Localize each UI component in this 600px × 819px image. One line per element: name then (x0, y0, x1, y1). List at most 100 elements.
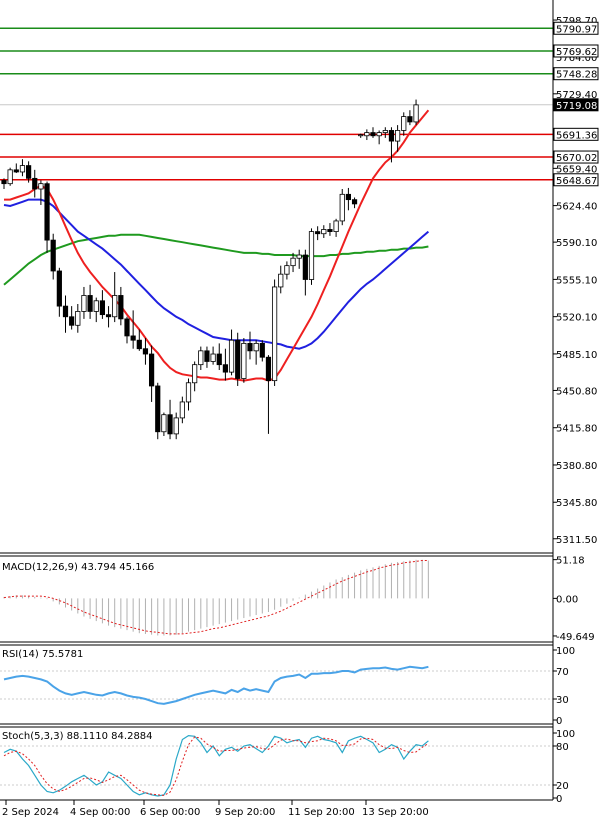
candle-body (32, 177, 38, 190)
candle-body (382, 130, 388, 133)
candle-body (56, 270, 62, 307)
candle-body (222, 364, 228, 373)
time-tick-label: 11 Sep 20:00 (288, 807, 355, 818)
candle-body (333, 220, 339, 232)
rsi-line (3, 665, 429, 705)
candle-body (241, 342, 247, 379)
candle-body (265, 356, 272, 382)
stoch-k-line (3, 734, 429, 797)
candle-body (198, 350, 204, 366)
level-label: 5670.02 (556, 153, 597, 164)
time-tick-label: 4 Sep 00:00 (70, 807, 130, 818)
indicator-tick-label: 100 (556, 729, 575, 740)
indicator-tick-label: 30 (556, 695, 569, 706)
candle-body (271, 286, 278, 382)
candle-body (235, 339, 241, 379)
candle-body (345, 193, 352, 201)
candle-body (370, 132, 376, 137)
indicator-tick-label: 70 (556, 667, 569, 678)
trading-chart: 5798.705764.005729.405694.705659.405624.… (0, 0, 599, 818)
candle-body (358, 134, 364, 137)
indicator-tick-label: -49.649 (556, 632, 595, 643)
level-label: 5748.28 (556, 70, 597, 81)
candle-body (112, 295, 118, 318)
candle-body (155, 385, 161, 433)
candle-body (50, 239, 56, 272)
price-tick-label: 5624.40 (556, 202, 597, 213)
candle-body (142, 348, 149, 355)
candle-body (192, 364, 198, 384)
candle-body (1, 180, 7, 185)
candle-body (308, 231, 315, 280)
level-label: 5648.67 (556, 176, 597, 187)
candle-body (69, 316, 75, 326)
candle-body (13, 169, 19, 173)
candle-body (148, 353, 155, 387)
indicator-tick-label: 51.18 (556, 556, 585, 567)
candle-body (179, 401, 185, 419)
candle-body (302, 254, 308, 280)
stoch-label: Stoch(5,3,3) 88.1110 84.2884 (2, 731, 153, 742)
price-tick-label: 5311.50 (556, 535, 597, 546)
time-axis: 2 Sep 2024 4 Sep 00:00 6 Sep 00:00 9 Sep 20… (2, 800, 429, 818)
candle-body (87, 295, 93, 312)
candle-body (413, 104, 419, 123)
candle-body (284, 265, 290, 275)
ma-green-line (3, 233, 429, 286)
rsi-panel (0, 665, 553, 705)
time-tick-label: 9 Sep 20:00 (215, 807, 275, 818)
price-tick-label: 5450.80 (556, 386, 597, 397)
price-tick-label: 5520.10 (556, 313, 597, 324)
level-label: 5691.36 (556, 130, 597, 141)
candle-body (185, 382, 192, 403)
level-label: 5769.62 (556, 47, 597, 58)
candle-body (253, 342, 259, 352)
candle-body (407, 116, 413, 123)
candle-body (44, 183, 50, 241)
macd-label: MACD(12,26,9) 43.794 45.166 (2, 562, 154, 573)
candle-body (259, 342, 265, 358)
price-tick-label: 5415.80 (556, 424, 597, 435)
time-tick-label: 2 Sep 2024 (2, 807, 59, 818)
candle-body (296, 254, 302, 259)
candle-body (161, 414, 167, 433)
candle-body (315, 231, 321, 235)
candle-body (38, 183, 44, 190)
price-panel (0, 27, 553, 440)
candle-body (130, 335, 136, 341)
candle-body (124, 318, 130, 337)
candle-body (394, 130, 401, 142)
candle-body (7, 169, 13, 185)
indicator-tick-label: 0 (556, 794, 562, 805)
candle-body (388, 130, 395, 142)
candle-body (204, 350, 210, 362)
candle-body (339, 193, 345, 222)
rsi-label: RSI(14) 75.5781 (2, 649, 83, 660)
candle-body (75, 311, 81, 326)
price-tick-label: 5380.80 (556, 461, 597, 472)
stoch-panel (0, 734, 553, 797)
price-tick-label: 5590.10 (556, 238, 597, 249)
candle-body (136, 339, 142, 350)
candle-body (210, 353, 216, 362)
indicator-tick-label: 0.00 (556, 594, 578, 605)
indicator-tick-label: 0 (556, 716, 562, 727)
price-axis: 5798.705764.005729.405694.705659.405624.… (553, 16, 599, 805)
candle-body (228, 339, 235, 373)
candle-body (321, 229, 327, 235)
current-price-label: 5719.08 (556, 101, 597, 112)
indicator-tick-label: 80 (556, 742, 569, 753)
candle-body (25, 165, 32, 179)
price-tick-label: 5485.10 (556, 350, 597, 361)
candle-body (81, 295, 87, 312)
candle-body (376, 132, 382, 137)
candle-body (364, 132, 370, 137)
level-label: 5790.97 (556, 24, 597, 35)
indicator-tick-label: 20 (556, 781, 569, 792)
candle-body (247, 342, 253, 352)
candle-body (173, 417, 179, 435)
candle-body (99, 300, 105, 316)
price-tick-label: 5345.80 (556, 498, 597, 509)
candle-body (19, 165, 26, 173)
candle-body (278, 273, 284, 288)
